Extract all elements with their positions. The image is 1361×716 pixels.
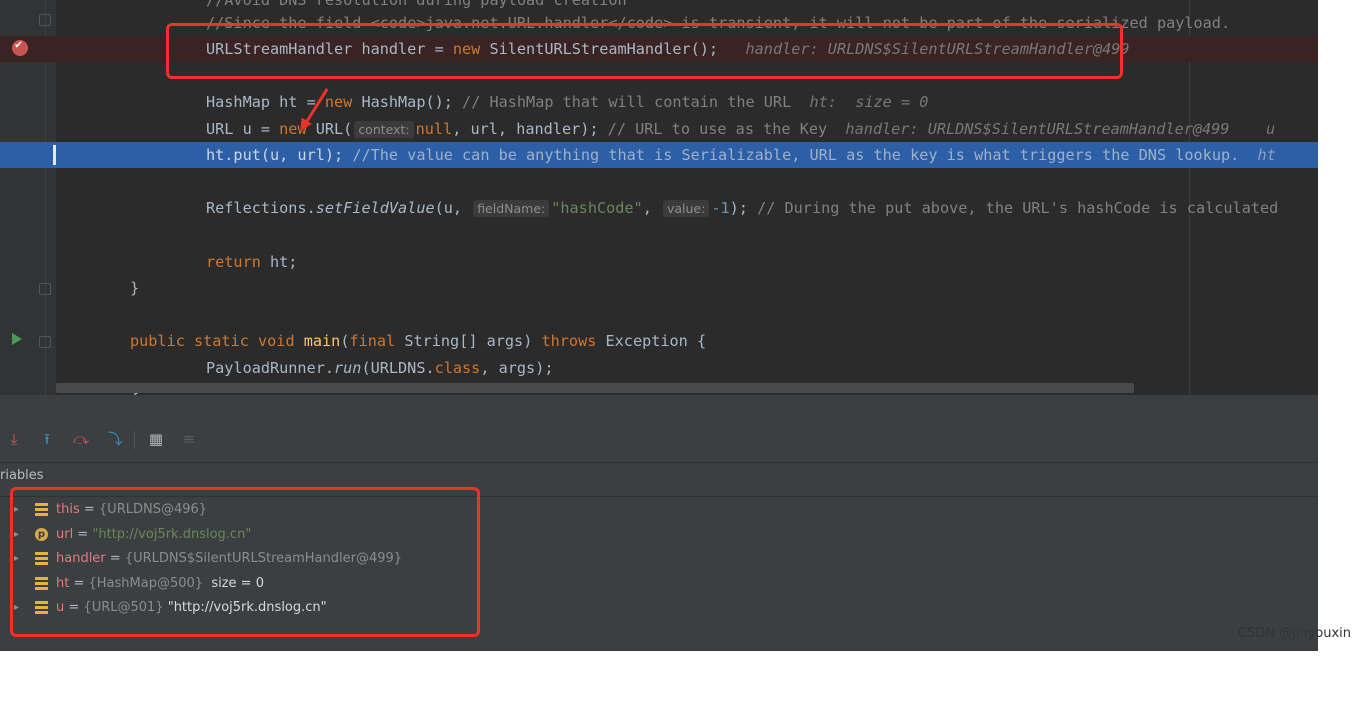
- fold-marker-icon[interactable]: [39, 14, 51, 26]
- watermark: CSDN @jinyouxin: [1237, 626, 1351, 641]
- annotation-box-handler: [166, 23, 1123, 79]
- keyword: null: [415, 120, 453, 138]
- code-text: PayloadRunner.: [206, 359, 335, 377]
- comment: // HashMap that will contain the URL: [462, 93, 792, 111]
- code-text: );: [729, 199, 758, 217]
- code-text: Exception {: [596, 332, 707, 350]
- code-text: (URLDNS.: [361, 359, 435, 377]
- code-line[interactable]: PayloadRunner.run(URLDNS.class, args);: [0, 355, 1318, 381]
- method-name: run: [334, 359, 362, 377]
- code-text: URL(: [306, 120, 353, 138]
- code-text: , args);: [480, 359, 554, 377]
- code-text: URL u =: [206, 120, 280, 138]
- trace-icon[interactable]: ≡: [179, 429, 199, 449]
- keyword: return: [206, 253, 261, 271]
- code-text: ht;: [260, 253, 298, 271]
- method-name: setFieldValue: [315, 199, 435, 217]
- run-to-cursor-icon[interactable]: ⤵: [105, 429, 125, 449]
- comment: // During the put above, the URL's hashC…: [757, 199, 1279, 217]
- code-text: }: [130, 279, 140, 297]
- keyword: final: [349, 332, 396, 350]
- fold-marker-icon[interactable]: [39, 336, 51, 348]
- method-name: main: [294, 332, 341, 350]
- variables-title: riables: [0, 468, 44, 483]
- run-gutter-icon[interactable]: [12, 333, 22, 345]
- inline-debug-value: handler: URLDNS$SilentURLStreamHandler@4…: [845, 120, 1276, 138]
- code-line[interactable]: return ht;: [0, 249, 1318, 275]
- code-text: (u,: [434, 199, 472, 217]
- code-text: , url, handler);: [452, 120, 608, 138]
- code-text: Reflections.: [206, 199, 316, 217]
- step-out-icon[interactable]: ⭱: [37, 429, 57, 449]
- code-text: HashMap();: [352, 93, 463, 111]
- toolbar-separator: [134, 431, 135, 449]
- code-line[interactable]: HashMap ht = new HashMap(); // HashMap t…: [0, 89, 1318, 115]
- fold-marker-icon[interactable]: [39, 283, 51, 295]
- keyword: public static void: [130, 332, 295, 350]
- code-text: ,: [642, 199, 661, 217]
- inline-debug-value: ht: [1257, 146, 1276, 164]
- annotation-box-variables: [10, 487, 480, 637]
- code-line[interactable]: Reflections.setFieldValue(u, fieldName: "…: [0, 195, 1318, 221]
- evaluate-expression-icon[interactable]: ▦: [146, 429, 166, 449]
- code-line[interactable]: public static void main(final String[] a…: [0, 328, 1318, 354]
- code-text: ht.put(u, url);: [206, 146, 353, 164]
- debugger-toolbar: ⤓ ⭱ ⤼ ⤵ ▦ ≡: [0, 425, 300, 453]
- number-literal: -1: [711, 199, 730, 217]
- keyword: new: [324, 93, 353, 111]
- comment: //The value can be anything that is Seri…: [352, 146, 1240, 164]
- parameter-hint: value:: [662, 200, 710, 217]
- horizontal-scrollbar[interactable]: [56, 383, 1134, 393]
- text-caret: [53, 145, 56, 165]
- divider: [0, 462, 1318, 463]
- inline-debug-value: ht: size = 0: [809, 93, 929, 111]
- parameter-hint: context:: [354, 121, 414, 138]
- code-text: HashMap ht =: [206, 93, 325, 111]
- keyword: throws: [541, 332, 597, 350]
- comment: // URL to use as the Key: [607, 120, 828, 138]
- breakpoint-icon[interactable]: [12, 37, 28, 56]
- code-line[interactable]: }: [0, 275, 1318, 301]
- keyword: class: [434, 359, 481, 377]
- step-over-icon[interactable]: ⤓: [4, 429, 24, 449]
- code-text: String[] args): [395, 332, 542, 350]
- parameter-hint: fieldName:: [473, 200, 550, 217]
- force-step-icon[interactable]: ⤼: [71, 429, 91, 449]
- string-literal: "hashCode": [551, 199, 643, 217]
- code-line-current-execution[interactable]: ht.put(u, url); //The value can be anyth…: [0, 142, 1318, 168]
- code-line[interactable]: URL u = new URL(context: null, url, handl…: [0, 116, 1318, 142]
